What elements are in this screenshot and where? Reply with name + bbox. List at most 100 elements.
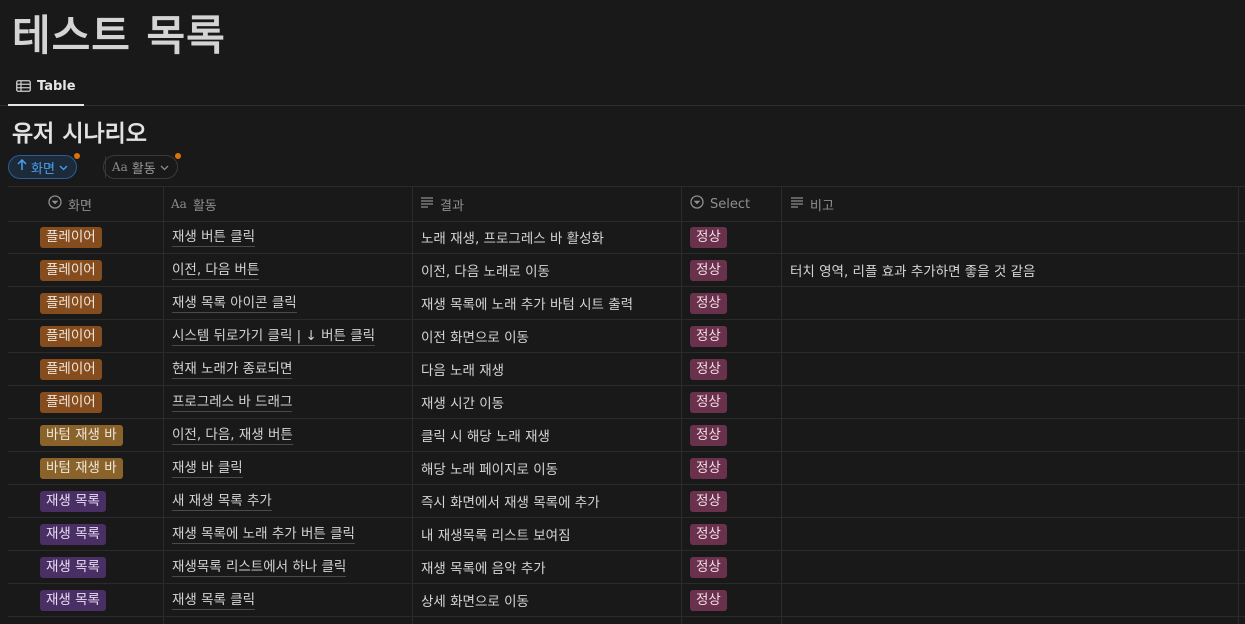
table-row[interactable]: 플레이어 재생 버튼 클릭 노래 재생, 프로그레스 바 활성화 정상 [8, 221, 1245, 254]
activity-cell[interactable]: 재생 버튼 클릭 [172, 221, 256, 253]
result-cell[interactable]: 해당 노래 페이지로 이동 [421, 452, 558, 484]
status-badge: 정상 [690, 556, 727, 578]
database-title[interactable]: 유저 시나리오 [12, 114, 147, 148]
table-row[interactable]: 재생 목록 새 재생 목록 추가 즉시 화면에서 재생 목록에 추가 정상 [8, 485, 1245, 518]
sort-chip[interactable]: 화면 [8, 153, 80, 179]
select-cell[interactable]: 정상 [690, 221, 727, 253]
column-header-result[interactable]: 결과 [420, 187, 464, 221]
activity-title[interactable]: 재생 목록 클릭 [172, 591, 256, 610]
activity-title[interactable]: 재생 목록에 노래 추가 버튼 클릭 [172, 525, 355, 544]
table-row[interactable]: 플레이어 시스템 뒤로가기 클릭 | ↓ 버튼 클릭 이전 화면으로 이동 정상 [8, 320, 1245, 353]
activity-cell[interactable]: 이전, 다음 버튼 [172, 254, 260, 286]
select-cell[interactable]: 정상 [690, 485, 727, 517]
result-cell[interactable]: 다음 노래 재생 [421, 353, 504, 385]
activity-title[interactable]: 프로그레스 바 드래그 [172, 393, 293, 412]
activity-cell[interactable]: 재생 목록에 노래 추가 버튼 클릭 [172, 518, 355, 550]
result-text: 재생 목록에 음악 추가 [421, 561, 546, 577]
activity-cell[interactable]: 재생 목록 아이콘 클릭 [172, 287, 297, 319]
table-row[interactable]: 플레이어 프로그레스 바 드래그 재생 시간 이동 정상 [8, 386, 1245, 419]
activity-title[interactable]: 시스템 뒤로가기 클릭 | ↓ 버튼 클릭 [172, 327, 376, 346]
table-header: 화면 Aa 활동 결과 Select 비고 [8, 186, 1245, 222]
activity-title[interactable]: 재생 바 클릭 [172, 459, 243, 478]
result-text: 이전 화면으로 이동 [421, 330, 529, 346]
table-row[interactable]: 플레이어 현재 노래가 종료되면 다음 노래 재생 정상 [8, 353, 1245, 386]
activity-cell[interactable]: 프로그레스 바 드래그 [172, 386, 293, 418]
activity-title[interactable]: 현재 노래가 종료되면 [172, 360, 293, 379]
table-row[interactable]: 재생 목록 재생목록 리스트에서 하나 클릭 재생 목록에 음악 추가 정상 [8, 551, 1245, 584]
status-badge: 정상 [690, 457, 727, 479]
activity-cell[interactable]: 현재 노래가 종료되면 [172, 353, 293, 385]
activity-title[interactable]: 재생목록 리스트에서 하나 클릭 [172, 558, 347, 577]
select-cell[interactable]: 정상 [690, 353, 727, 385]
table-row[interactable]: 플레이어 이전, 다음 버튼 이전, 다음 노래로 이동 정상 터치 영역, 리플 효과… [8, 254, 1245, 287]
text-lines-icon [420, 196, 434, 212]
screen-cell[interactable]: 재생 목록 [40, 551, 106, 583]
screen-cell[interactable]: 재생 목록 [40, 584, 106, 616]
activity-cell[interactable]: 시스템 뒤로가기 클릭 | ↓ 버튼 클릭 [172, 320, 376, 352]
result-cell[interactable]: 재생 목록에 음악 추가 [421, 551, 546, 583]
screen-cell[interactable]: 플레이어 [40, 221, 102, 253]
result-cell[interactable]: 이전 화면으로 이동 [421, 320, 529, 352]
result-cell[interactable]: 내 재생목록 리스트 보여짐 [421, 518, 571, 550]
result-cell[interactable]: 재생 목록에 노래 추가 바텀 시트 출력 [421, 287, 633, 319]
result-cell[interactable]: 재생 시간 이동 [421, 386, 504, 418]
screen-cell[interactable]: 플레이어 [40, 254, 102, 286]
title-aa-icon: Aa [171, 197, 187, 211]
screen-cell[interactable]: 재생 목록 [40, 518, 106, 550]
result-text: 내 재생목록 리스트 보여짐 [421, 528, 571, 544]
activity-title[interactable]: 이전, 다음, 재생 버튼 [172, 426, 293, 445]
select-cell[interactable]: 정상 [690, 419, 727, 451]
screen-cell[interactable]: 플레이어 [40, 353, 102, 385]
table-row[interactable]: 재생 목록 재생 목록에 노래 추가 버튼 클릭 내 재생목록 리스트 보여짐 정상 [8, 518, 1245, 551]
status-badge: 정상 [690, 490, 727, 512]
select-cell[interactable]: 정상 [690, 386, 727, 418]
page-title[interactable]: 테스트 목록 [12, 2, 226, 63]
result-text: 클릭 시 해당 노래 재생 [421, 429, 550, 445]
select-cell[interactable]: 정상 [690, 287, 727, 319]
screen-cell[interactable]: 플레이어 [40, 386, 102, 418]
arrow-up-icon [17, 158, 27, 175]
screen-tag: 재생 목록 [40, 589, 106, 611]
select-cell[interactable]: 정상 [690, 320, 727, 352]
screen-cell[interactable]: 바텀 재생 바 [40, 419, 123, 451]
result-cell[interactable]: 이전, 다음 노래로 이동 [421, 254, 550, 286]
table-row[interactable]: 바텀 재생 바 이전, 다음, 재생 버튼 클릭 시 해당 노래 재생 정상 [8, 419, 1245, 452]
select-cell[interactable]: 정상 [690, 452, 727, 484]
screen-cell[interactable]: 재생 목록 [40, 485, 106, 517]
result-cell[interactable]: 상세 화면으로 이동 [421, 584, 529, 616]
activity-cell[interactable]: 재생목록 리스트에서 하나 클릭 [172, 551, 347, 583]
select-cell[interactable]: 정상 [690, 551, 727, 583]
activity-title[interactable]: 새 재생 목록 추가 [172, 492, 272, 511]
chevron-down-icon [160, 160, 169, 175]
active-dot [174, 153, 181, 159]
result-cell[interactable]: 즉시 화면에서 재생 목록에 추가 [421, 485, 600, 517]
property-chip[interactable]: Aa 활동 [102, 153, 181, 179]
result-cell[interactable]: 노래 재생, 프로그레스 바 활성화 [421, 221, 604, 253]
activity-title[interactable]: 재생 버튼 클릭 [172, 228, 256, 247]
result-text: 해당 노래 페이지로 이동 [421, 462, 559, 478]
select-cell[interactable]: 정상 [690, 518, 727, 550]
activity-title[interactable]: 재생 목록 아이콘 클릭 [172, 294, 297, 313]
screen-tag: 재생 목록 [40, 556, 106, 578]
screen-cell[interactable]: 플레이어 [40, 287, 102, 319]
table-row[interactable]: 플레이어 재생 목록 아이콘 클릭 재생 목록에 노래 추가 바텀 시트 출력 정상 [8, 287, 1245, 320]
activity-cell[interactable]: 재생 목록 클릭 [172, 584, 256, 616]
select-cell[interactable]: 정상 [690, 584, 727, 616]
column-header-screen[interactable]: 화면 [48, 187, 92, 221]
activity-cell[interactable]: 새 재생 목록 추가 [172, 485, 272, 517]
activity-cell[interactable]: 재생 바 클릭 [172, 452, 243, 484]
column-header-activity[interactable]: Aa 활동 [171, 187, 217, 221]
table-row[interactable]: 바텀 재생 바 재생 바 클릭 해당 노래 페이지로 이동 정상 [8, 452, 1245, 485]
column-header-select[interactable]: Select [690, 187, 750, 221]
note-cell[interactable]: 터치 영역, 리플 효과 추가하면 좋을 것 같음 [790, 254, 1035, 286]
screen-cell[interactable]: 바텀 재생 바 [40, 452, 123, 484]
tab-table[interactable]: Table [8, 68, 84, 106]
activity-cell[interactable]: 이전, 다음, 재생 버튼 [172, 419, 293, 451]
table-row[interactable]: 재생 목록 재생 목록 클릭 상세 화면으로 이동 정상 [8, 584, 1245, 617]
activity-title[interactable]: 이전, 다음 버튼 [172, 261, 260, 280]
text-lines-icon [790, 196, 804, 212]
column-header-note[interactable]: 비고 [790, 187, 834, 221]
result-cell[interactable]: 클릭 시 해당 노래 재생 [421, 419, 550, 451]
screen-cell[interactable]: 플레이어 [40, 320, 102, 352]
select-cell[interactable]: 정상 [690, 254, 727, 286]
